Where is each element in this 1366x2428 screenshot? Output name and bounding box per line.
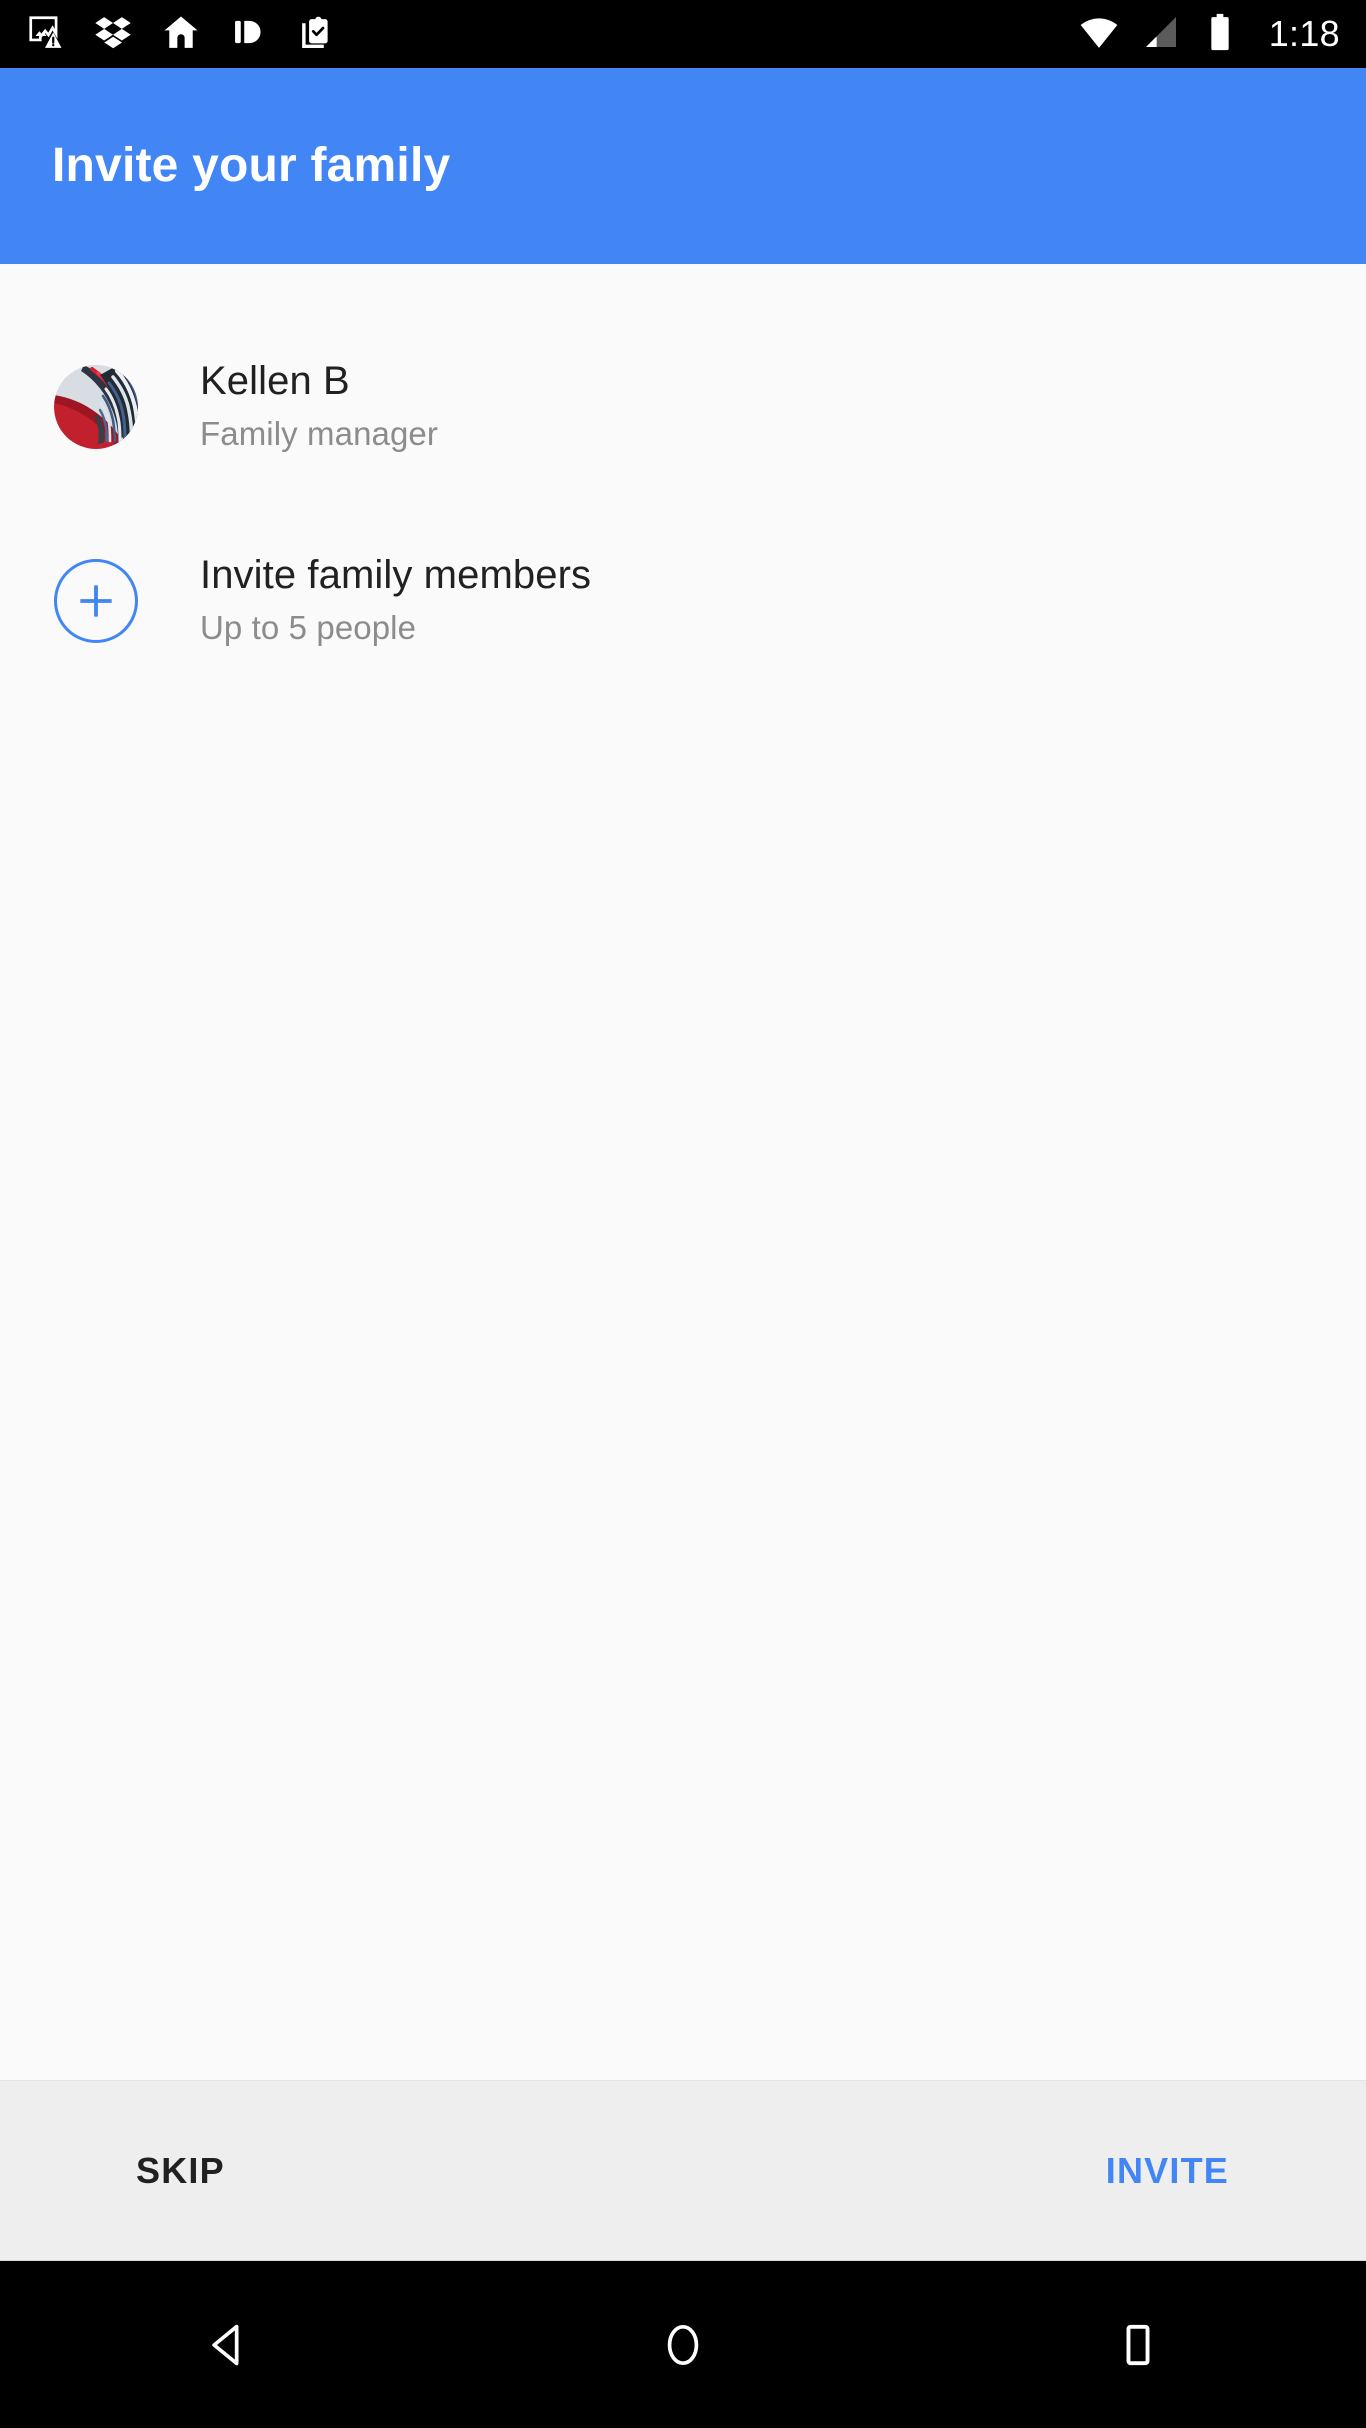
list-item-text: Invite family members Up to 5 people (138, 552, 591, 649)
plus-circle-icon[interactable] (54, 559, 138, 643)
list-item-text: Kellen B Family manager (138, 358, 438, 455)
clipboard-check-icon (298, 13, 336, 56)
dropbox-icon (94, 13, 132, 56)
status-bar-clock: 1:18 (1268, 13, 1340, 54)
home-icon (162, 13, 200, 56)
status-bar: 1:18 (0, 0, 1366, 68)
wifi-icon (1079, 12, 1119, 57)
split-panel-icon (230, 13, 268, 56)
status-bar-notification-icons (26, 13, 336, 56)
member-role: Family manager (200, 414, 438, 452)
skip-button[interactable]: SKIP (136, 2150, 225, 2192)
status-bar-system-icons: 1:18 (1079, 12, 1340, 57)
invite-subtitle: Up to 5 people (200, 608, 417, 646)
content-area: Kellen B Family manager Invite family me… (0, 264, 1366, 2080)
recents-button[interactable] (1058, 2261, 1218, 2428)
app-bar: Invite your family (0, 68, 1366, 264)
phone-screen: 1:18 Invite your family Kellen B Family … (0, 0, 1366, 2428)
list-item-invite-family-members[interactable]: Invite family members Up to 5 people (0, 526, 1366, 676)
list-item-family-manager[interactable]: Kellen B Family manager (0, 332, 1366, 482)
home-button[interactable] (603, 2261, 763, 2428)
member-name: Kellen B (200, 359, 350, 404)
android-navigation-bar (0, 2260, 1366, 2428)
image-warning-icon (26, 13, 64, 56)
cell-signal-icon (1141, 12, 1181, 57)
back-button[interactable] (148, 2261, 308, 2428)
invite-button[interactable]: INVITE (1106, 2150, 1229, 2192)
avatar (54, 365, 138, 449)
page-title: Invite your family (52, 139, 451, 192)
bottom-action-bar: SKIP INVITE (0, 2080, 1366, 2260)
invite-title: Invite family members (200, 553, 592, 598)
battery-icon (1203, 12, 1237, 57)
